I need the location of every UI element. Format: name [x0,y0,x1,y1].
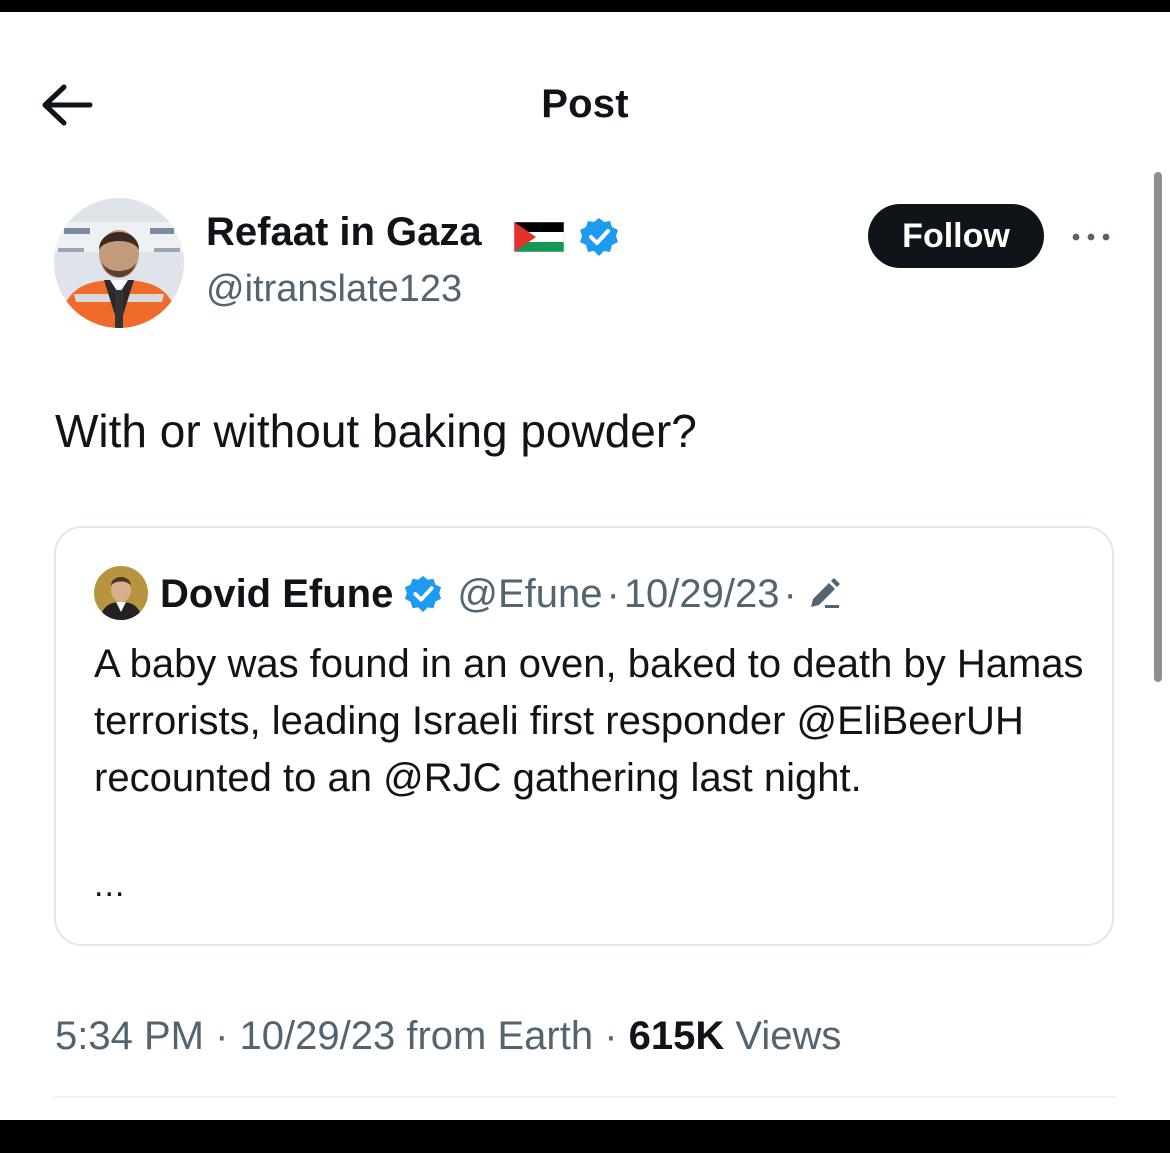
top-black-bar [0,0,1170,12]
quoted-post-truncation: ... [94,866,126,904]
divider [54,1096,1116,1098]
post-text: With or without baking powder? [55,405,697,457]
post-date[interactable]: 10/29/23 [240,1014,396,1058]
author-avatar-image [54,198,184,328]
quoted-author-name[interactable]: Dovid Efune [160,572,393,617]
meta-separator: · [215,1014,229,1058]
views-label: Views [735,1014,842,1058]
verified-badge-icon [405,575,442,613]
author-avatar[interactable] [54,198,184,328]
author-name[interactable]: Refaat in Gaza [206,210,482,255]
quoted-author-handle[interactable]: @Efune [457,572,602,617]
post-source: from Earth [406,1014,594,1058]
quoted-post-text: A baby was found in an oven, baked to de… [94,642,1084,800]
quoted-author-avatar-image [94,566,148,620]
follow-button[interactable]: Follow [868,204,1044,268]
palestine-flag-icon [514,222,564,252]
quoted-post-header: Dovid Efune @Efune · 10/29/23 · [160,566,843,622]
author-handle[interactable]: @itranslate123 [206,268,462,311]
views-count[interactable]: 615K [629,1014,725,1058]
bottom-black-bar [0,1120,1170,1153]
scrollbar[interactable] [1154,172,1162,682]
post-time[interactable]: 5:34 PM [55,1014,204,1058]
more-options-icon[interactable] [1068,222,1114,252]
edited-pencil-icon [810,578,840,608]
quoted-post-card[interactable]: Dovid Efune @Efune · 10/29/23 · A baby w… [54,526,1114,946]
meta-separator: · [606,571,620,616]
meta-separator: · [783,571,797,616]
verified-badge-icon [580,218,618,256]
quoted-post-date[interactable]: 10/29/23 [624,572,780,617]
meta-separator: · [604,1014,618,1058]
quoted-author-avatar[interactable] [94,566,148,620]
page-title: Post [541,82,629,126]
post-meta: 5:34 PM · 10/29/23 from Earth · 615K Vie… [55,1014,841,1059]
